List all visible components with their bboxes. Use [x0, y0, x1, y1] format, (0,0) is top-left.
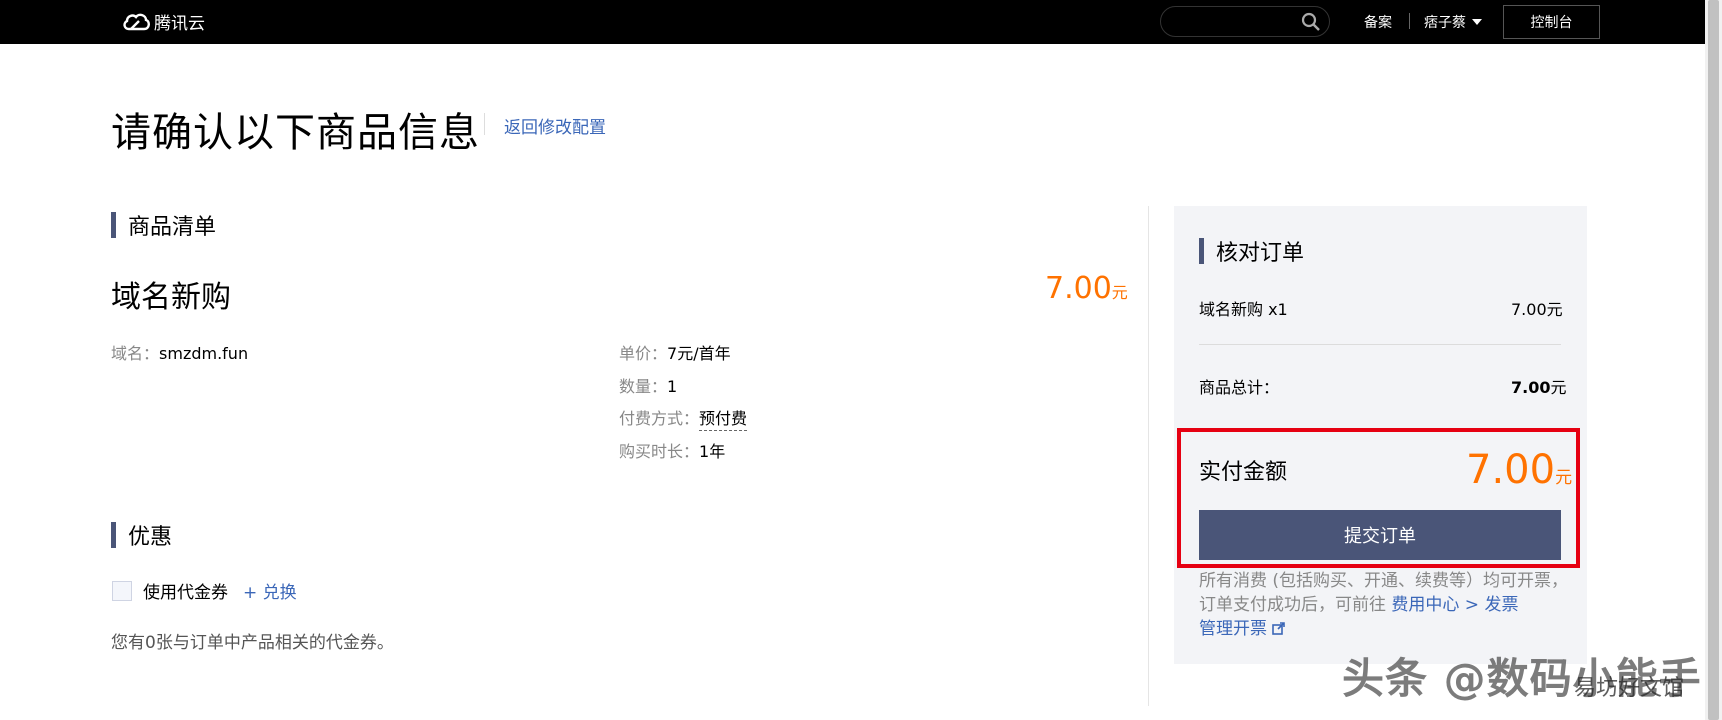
coupon-checkbox[interactable]: [112, 581, 132, 601]
detail-key: 付费方式：: [619, 409, 700, 428]
invoice-manage-link-text: 管理开票: [1199, 619, 1267, 639]
exchange-coupon-link[interactable]: + 兑换: [243, 578, 297, 603]
total-label: 商品总计：: [1199, 378, 1280, 397]
watermark-subtext: 易坊好文馆: [1574, 676, 1685, 701]
nav-beian-link[interactable]: 备案: [1364, 12, 1392, 32]
detail-key: 购买时长：: [619, 442, 700, 461]
payment-method-row: 付费方式：预付费: [619, 405, 748, 431]
total-amount: 7.00: [1511, 378, 1551, 397]
domain-value: smzdm.fun: [159, 344, 249, 363]
user-menu[interactable]: 痞子蔡: [1424, 12, 1482, 32]
product-list-heading: 商品清单: [111, 209, 216, 241]
product-price-unit: 元: [1111, 283, 1128, 302]
quantity-row: 数量：1: [619, 373, 677, 397]
section-marker: [1199, 238, 1204, 264]
domain-row: 域名：smzdm.fun: [111, 340, 248, 364]
title-divider: [484, 113, 485, 135]
chevron-down-icon: [1472, 19, 1482, 25]
order-summary-heading: 核对订单: [1199, 235, 1304, 267]
pay-amount-unit: 元: [1555, 468, 1573, 488]
product-price-value: 7.00: [1045, 271, 1112, 306]
summary-divider: [1199, 344, 1561, 345]
user-name: 痞子蔡: [1424, 15, 1466, 31]
total-unit: 元: [1550, 378, 1567, 397]
pay-amount-value: 7.00: [1466, 447, 1556, 493]
column-divider: [1148, 206, 1149, 706]
discount-heading-text: 优惠: [128, 525, 173, 550]
top-navbar: 腾讯云 备案 痞子蔡 控制台: [0, 0, 1705, 44]
discount-heading: 优惠: [111, 519, 172, 551]
page-title: 请确认以下商品信息: [111, 110, 480, 156]
payment-method-tooltip[interactable]: 预付费: [699, 409, 748, 431]
section-marker: [111, 212, 116, 238]
scrollbar-thumb[interactable]: [1708, 0, 1719, 720]
console-button[interactable]: 控制台: [1503, 5, 1600, 39]
detail-key: 单价：: [619, 344, 668, 363]
search-icon[interactable]: [1301, 12, 1321, 32]
invoice-manage-link[interactable]: 管理开票: [1199, 619, 1286, 639]
order-item-label: 域名新购 x1: [1199, 300, 1288, 319]
external-link-icon: [1272, 622, 1286, 635]
logo-text: 腾讯云: [154, 14, 205, 34]
detail-value: 1年: [699, 442, 726, 461]
cloud-icon: [123, 13, 150, 30]
product-price: 7.00元: [1045, 271, 1128, 306]
search-input[interactable]: [1160, 6, 1330, 37]
nav-divider: [1409, 13, 1410, 29]
order-summary-heading-text: 核对订单: [1216, 241, 1305, 266]
invoice-notice: 所有消费 (包括购买、开通、续费等）均可开票，订单支付成功后，可前往 费用中心 …: [1199, 569, 1569, 641]
pay-amount-label: 实付金额: [1199, 460, 1288, 485]
back-modify-config-link[interactable]: 返回修改配置: [504, 113, 606, 138]
billing-center-link[interactable]: 费用中心 > 发票: [1391, 595, 1518, 615]
pay-amount: 7.00元: [1466, 447, 1572, 493]
tencent-cloud-logo[interactable]: 腾讯云: [122, 9, 205, 34]
total-value: 7.00元: [1511, 374, 1567, 398]
domain-key: 域名：: [111, 344, 160, 363]
detail-key: 数量：: [619, 377, 668, 396]
detail-value: 1: [667, 377, 678, 396]
coupon-note: 您有0张与订单中产品相关的代金券。: [111, 633, 394, 653]
detail-value: 7元/首年: [667, 344, 731, 363]
submit-order-button[interactable]: 提交订单: [1199, 510, 1561, 560]
duration-row: 购买时长：1年: [619, 438, 725, 462]
unit-price-row: 单价：7元/首年: [619, 340, 731, 364]
coupon-label[interactable]: 使用代金券: [143, 578, 228, 603]
order-item-price: 7.00元: [1511, 300, 1563, 319]
section-marker: [111, 522, 116, 548]
product-list-heading-text: 商品清单: [128, 215, 217, 240]
product-name: 域名新购: [111, 280, 231, 315]
